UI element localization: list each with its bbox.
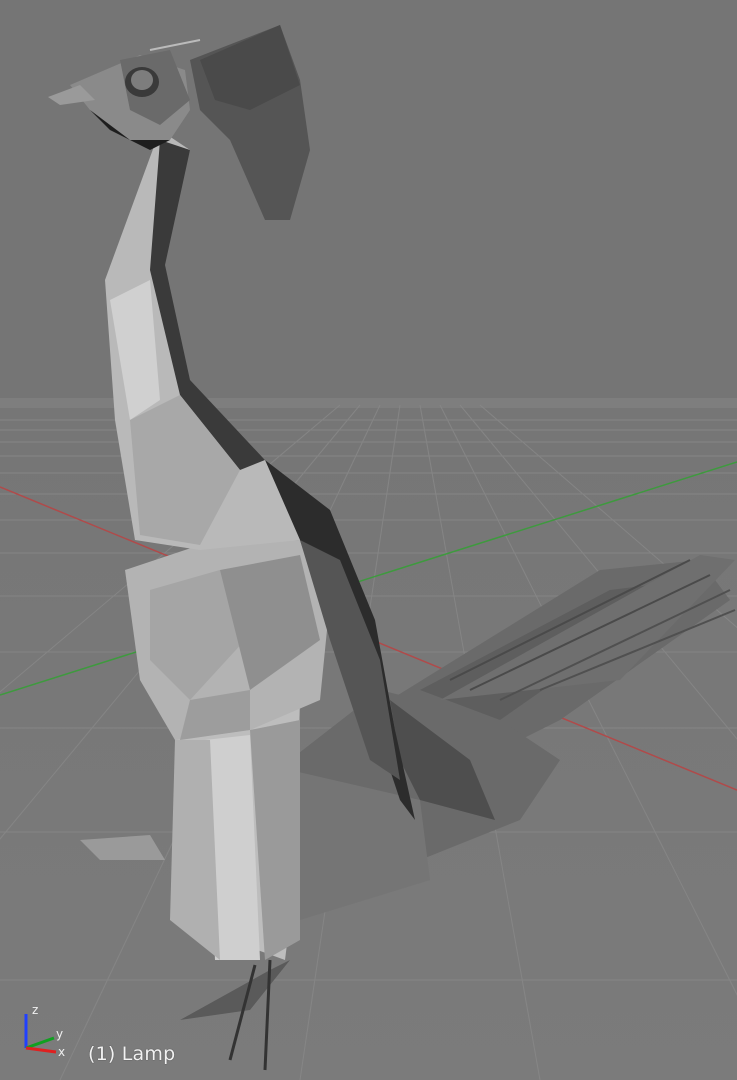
axis-z-label: z: [32, 1003, 38, 1017]
active-object-label: (1) Lamp: [88, 1043, 176, 1065]
axis-x-line: [25, 1046, 57, 1054]
scene-canvas[interactable]: [0, 0, 737, 1080]
axis-y-line: [25, 1036, 55, 1050]
horizon-band: [0, 398, 737, 408]
3d-viewport[interactable]: z y x (1) Lamp: [0, 0, 737, 1080]
axis-x-label: x: [58, 1045, 65, 1059]
bird-mesh[interactable]: [48, 25, 736, 1071]
axis-y-label: y: [56, 1027, 63, 1041]
axis-gizmo: z y x: [24, 1003, 65, 1059]
